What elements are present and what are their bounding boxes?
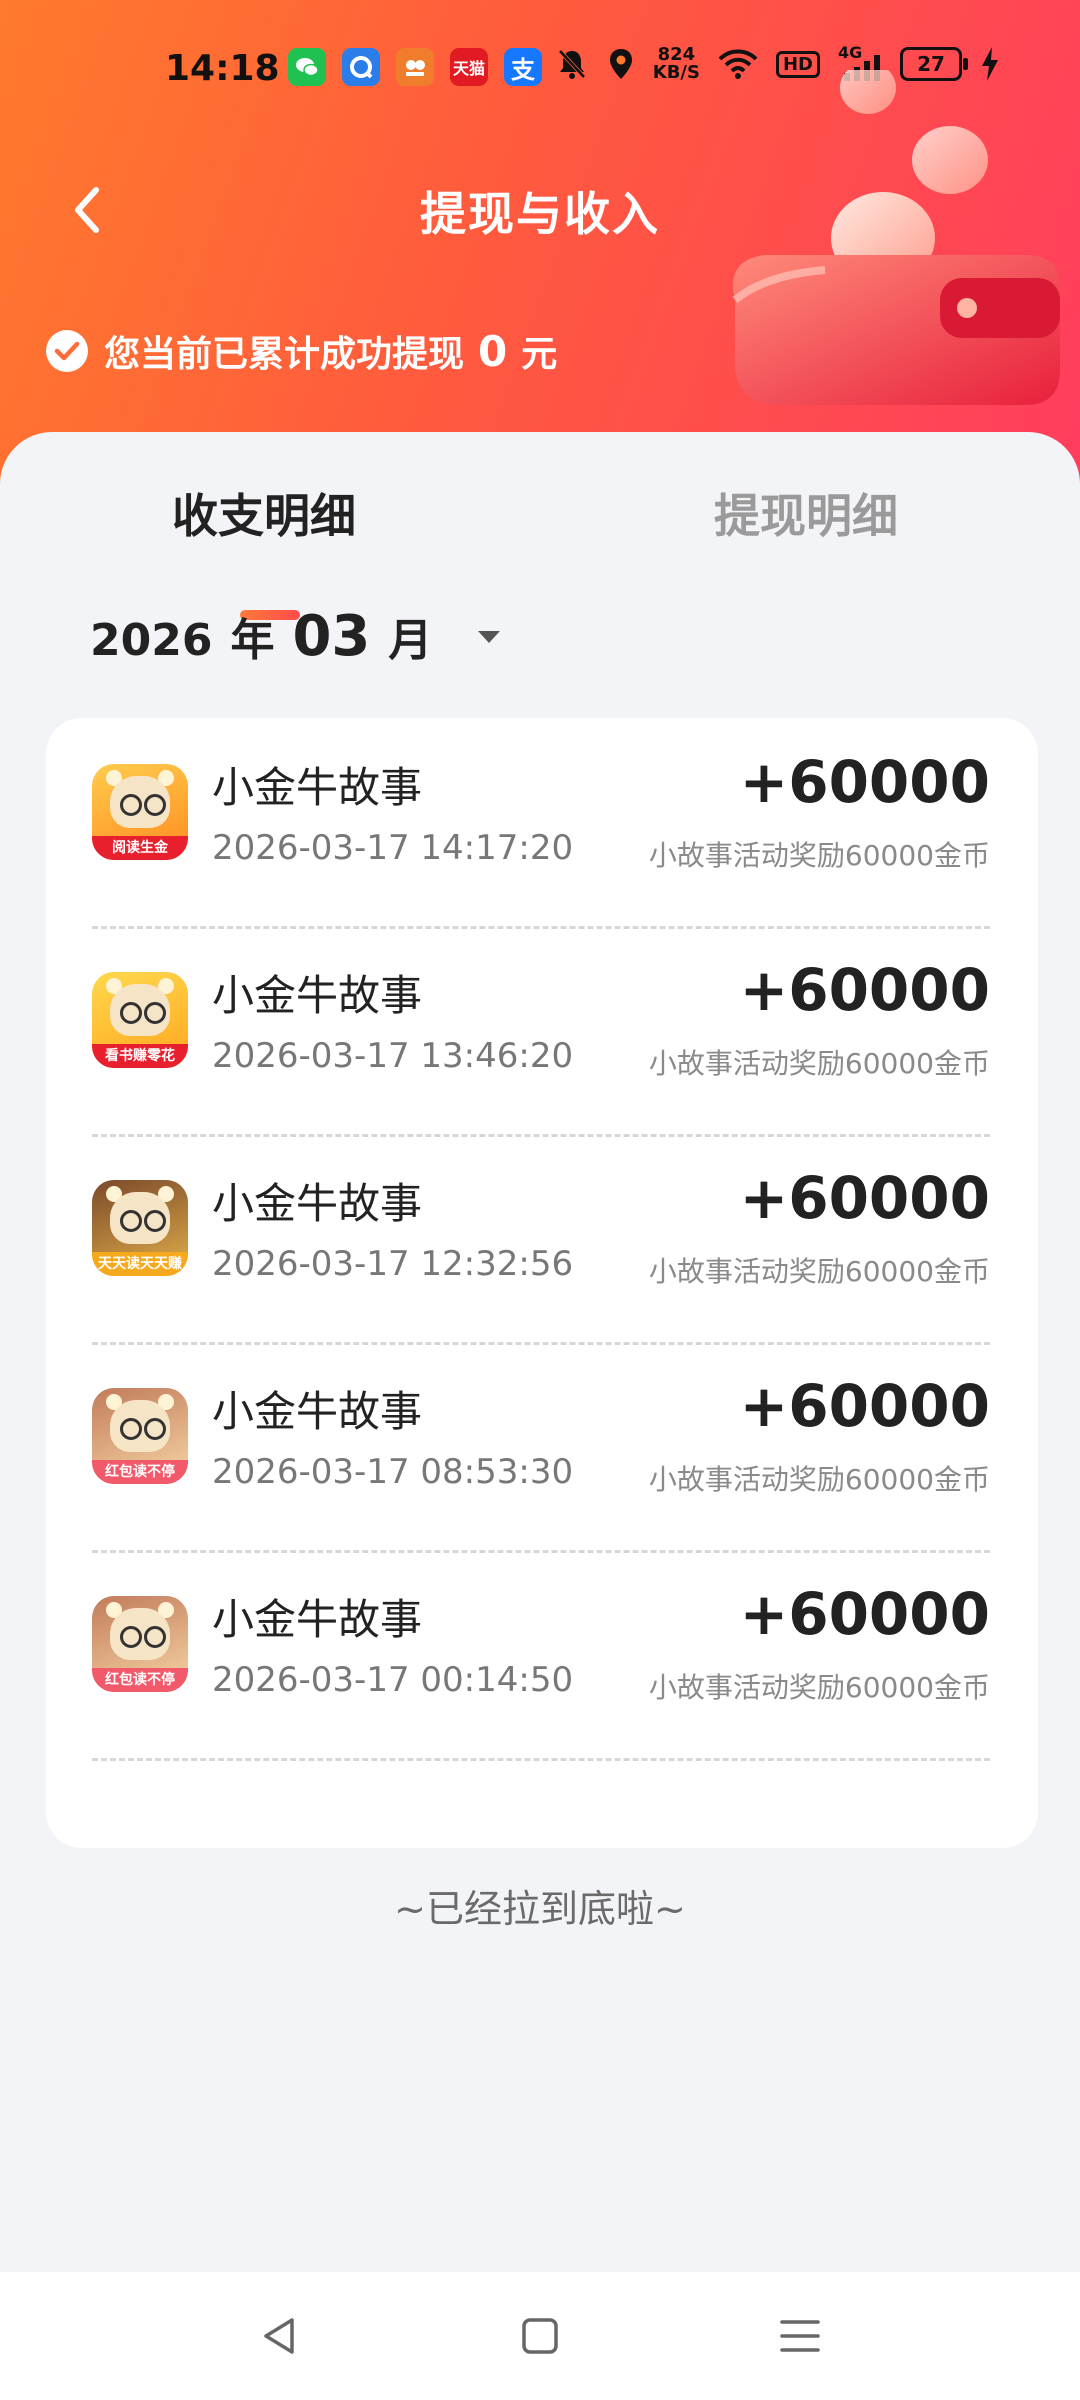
end-of-list-text: ~已经拉到底啦~	[394, 1887, 686, 1931]
record-amount: +60000	[739, 956, 990, 1024]
app-icon-badge: 看书赚零花	[92, 1044, 188, 1068]
record-app-name: 小金牛故事	[212, 971, 423, 1020]
status-time: 14:18	[165, 48, 280, 89]
tab-income-expense-details[interactable]: 收支明细	[172, 480, 356, 546]
record-description: 小故事活动奖励60000金币	[648, 1047, 990, 1080]
picker-month-unit: 月	[388, 615, 433, 666]
mute-bell-icon	[558, 49, 586, 79]
nav-home-button[interactable]	[516, 2312, 564, 2360]
record-app-name: 小金牛故事	[212, 1179, 423, 1228]
record-description: 小故事活动奖励60000金币	[648, 1255, 990, 1288]
record-datetime: 2026-03-17 00:14:50	[212, 1660, 574, 1700]
record-datetime: 2026-03-17 14:17:20	[212, 828, 574, 868]
menu-lines-icon	[780, 2320, 820, 2352]
network-speed: 824 KB/S	[652, 44, 700, 83]
record-description: 小故事活动奖励60000金币	[648, 1463, 990, 1496]
caret-down-icon	[478, 630, 501, 643]
location-icon	[609, 49, 632, 79]
app-icon: 天天读天天赚	[92, 1180, 188, 1276]
app-icon-badge: 天天读天天赚	[92, 1252, 188, 1276]
alipay-icon: 支	[504, 48, 542, 86]
picker-month: 03	[292, 604, 371, 669]
record-amount: +60000	[739, 1164, 990, 1232]
nav-back-button[interactable]	[256, 2312, 304, 2360]
tmall-icon: 天猫	[450, 48, 488, 86]
withdraw-summary: 您当前已累计成功提现 0 元	[46, 325, 557, 377]
shopping-icon	[396, 48, 434, 86]
record-datetime: 2026-03-17 13:46:20	[212, 1036, 574, 1076]
list-item[interactable]: 看书赚零花 小金牛故事 2026-03-17 13:46:20 +60000 小…	[92, 926, 990, 1137]
record-datetime: 2026-03-17 08:53:30	[212, 1452, 574, 1492]
summary-amount: 0	[478, 326, 508, 376]
page-title: 提现与收入	[420, 187, 660, 241]
tab-withdrawal-details[interactable]: 提现明细	[714, 480, 898, 546]
record-app-name: 小金牛故事	[212, 1387, 423, 1436]
record-app-name: 小金牛故事	[212, 1595, 423, 1644]
records-card: 阅读生金 小金牛故事 2026-03-17 14:17:20 +60000 小故…	[46, 718, 1038, 1848]
summary-unit: 元	[521, 334, 558, 375]
month-picker[interactable]: 2026 年 03 月	[90, 604, 502, 669]
list-item[interactable]: 红包读不停 小金牛故事 2026-03-17 00:14:50 +60000 小…	[92, 1550, 990, 1761]
app-icon: 红包读不停	[92, 1596, 188, 1692]
triangle-back-icon	[264, 2318, 294, 2354]
tab-bar: 收支明细 提现明细	[0, 480, 1080, 620]
check-circle-icon	[46, 330, 88, 372]
record-datetime: 2026-03-17 12:32:56	[212, 1244, 574, 1284]
picker-year-unit: 年	[230, 615, 275, 666]
app-icon-badge: 红包读不停	[92, 1460, 188, 1484]
picker-year: 2026	[90, 615, 213, 666]
record-app-name: 小金牛故事	[212, 763, 423, 812]
app-icon: 看书赚零花	[92, 972, 188, 1068]
system-navigation-bar	[0, 2272, 1080, 2400]
record-amount: +60000	[739, 1580, 990, 1648]
record-description: 小故事活动奖励60000金币	[648, 839, 990, 872]
app-icon: 红包读不停	[92, 1388, 188, 1484]
app-icon: 阅读生金	[92, 764, 188, 860]
record-description: 小故事活动奖励60000金币	[648, 1671, 990, 1704]
record-amount: +60000	[739, 1372, 990, 1440]
list-item[interactable]: 红包读不停 小金牛故事 2026-03-17 08:53:30 +60000 小…	[92, 1342, 990, 1553]
list-item[interactable]: 阅读生金 小金牛故事 2026-03-17 14:17:20 +60000 小故…	[92, 718, 990, 929]
browser-icon	[342, 48, 380, 86]
nav-menu-button[interactable]	[776, 2312, 824, 2360]
square-home-icon	[522, 2318, 558, 2354]
list-item[interactable]: 天天读天天赚 小金牛故事 2026-03-17 12:32:56 +60000 …	[92, 1134, 990, 1345]
wallet-illustration	[732, 70, 1060, 405]
summary-prefix: 您当前已累计成功提现	[104, 334, 465, 375]
wechat-icon	[288, 48, 326, 86]
app-icon-badge: 红包读不停	[92, 1668, 188, 1692]
record-amount: +60000	[739, 748, 990, 816]
app-icon-badge: 阅读生金	[92, 836, 188, 860]
notification-app-icons: 天猫 支	[288, 48, 542, 86]
